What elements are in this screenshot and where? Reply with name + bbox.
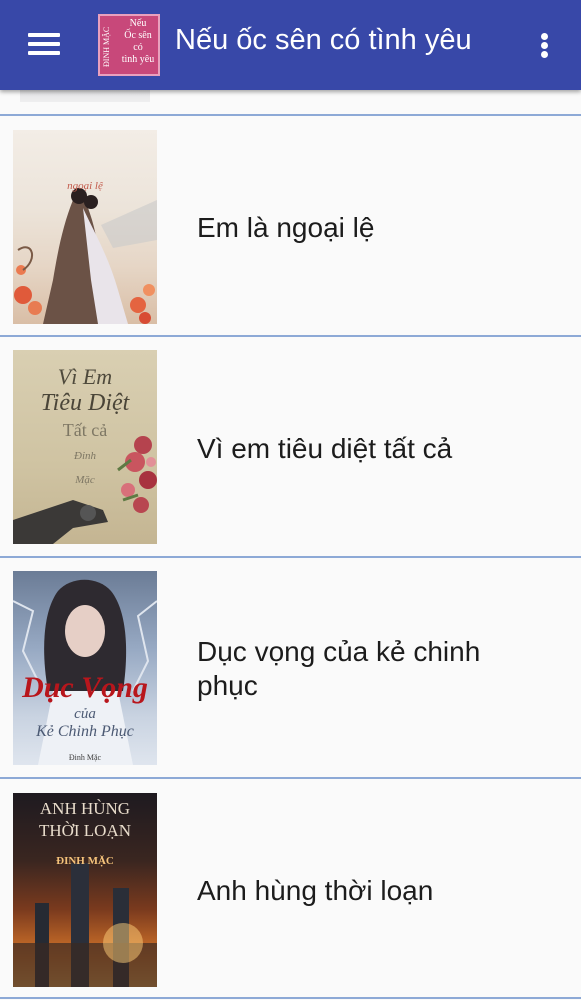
cover-text-tieu-diet: Tiêu Diệt [40, 390, 130, 416]
cover-text-author-2: Mặc [75, 474, 95, 486]
cover-text-cua: của [74, 706, 96, 722]
cover-text-author-1: Đinh [74, 450, 96, 462]
cover-text-tat-ca: Tất cả [62, 420, 108, 440]
item-title: Vì em tiêu diệt tất cả [197, 433, 453, 464]
app-bar: ĐINH MẶC Nếu Ốc sên có tình yêu Nếu ốc s… [0, 0, 581, 90]
list-item-em-la-ngoai-le[interactable]: ngoại lệ Em là ngoại lệ [0, 116, 581, 336]
logo-author-text: ĐINH MẶC [102, 26, 111, 68]
item-title: Anh hùng thời loạn [197, 875, 434, 906]
cover-text-vi-em: Vì Em [57, 364, 113, 389]
cover-title-text: ngoại lệ [67, 180, 103, 192]
logo-title-text: Nếu Ốc sên có tình yêu [121, 18, 155, 65]
book-cover: Vì Em Tiêu Diệt Tất cả Đinh Mặc [13, 350, 157, 544]
item-title: Em là ngoại lệ [197, 212, 375, 243]
more-vert-icon[interactable] [532, 27, 558, 63]
app-title: Nếu ốc sên có tình yêu [175, 24, 472, 56]
cover-text-ke-chinh-phuc: Kẻ Chinh Phục [36, 723, 134, 740]
app-logo: ĐINH MẶC Nếu Ốc sên có tình yêu [98, 14, 160, 76]
list-item-anh-hung-thoi-loan[interactable]: ANH HÙNG THỜI LOẠN ĐINH MẶC Anh hùng thờ… [0, 779, 581, 999]
cover-text-author: ĐINH MẶC [56, 855, 114, 867]
book-cover: Dục Vọng của Kẻ Chinh Phục Đinh Mặc [13, 571, 157, 765]
list-divider [0, 997, 581, 999]
book-cover: ANH HÙNG THỜI LOẠN ĐINH MẶC [13, 793, 157, 987]
list-item-duc-vong-cua-ke-chinh-phuc[interactable]: Dục Vọng của Kẻ Chinh Phục Đinh Mặc Dục … [0, 558, 581, 778]
cover-illustration [14, 188, 157, 324]
cover-text-anh-hung: ANH HÙNG [39, 799, 131, 818]
list-item-vi-em-tieu-diet-tat-ca[interactable]: Vì Em Tiêu Diệt Tất cả Đinh Mặc Vì em ti… [0, 337, 581, 557]
cover-text-duc-vong: Dục Vọng [22, 671, 148, 704]
book-cover: ngoại lệ [13, 130, 157, 324]
cover-text-author: Đinh Mặc [68, 753, 102, 762]
hamburger-menu-icon[interactable] [22, 27, 68, 63]
item-title: Dục vọng của kẻ chinh phục [197, 636, 481, 701]
cover-text-thoi-loan: THỜI LOẠN [38, 821, 132, 840]
